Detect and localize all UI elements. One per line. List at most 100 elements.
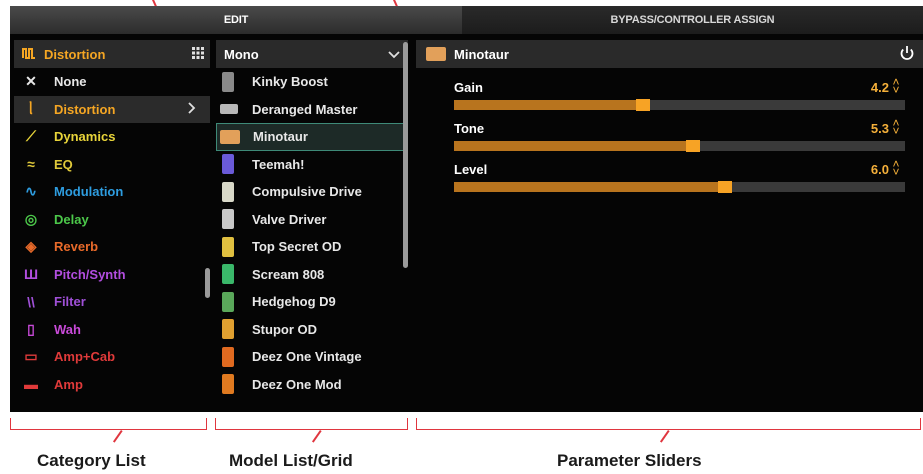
pedal-icon [222,181,234,202]
pedal-icon [222,71,234,92]
parameter-sliders: Gain 4.2 ˄ ˅ Tone 5.3 ˄ ˅ Level 6.0 ˄ ˅ [416,68,923,195]
category-item-delay[interactable]: ◎ Delay [14,206,210,234]
pedal-icon [222,374,234,395]
edit-panel: EDIT BYPASS/CONTROLLER ASSIGN Distortion… [10,6,923,412]
category-item-label: Dynamics [54,129,116,145]
category-item-label: Filter [54,294,86,310]
model-item-label: Hedgehog D9 [252,294,336,310]
model-item-hedgehog-d9[interactable]: Hedgehog D9 [216,288,408,316]
amp-cab-icon: ▭ [24,348,38,365]
slider-track[interactable] [454,181,905,193]
category-item-amp-cab[interactable]: ▭ Amp+Cab [14,343,210,371]
category-item-label: Wah [54,321,81,337]
callout-parameter-sliders: Parameter Sliders [557,451,702,470]
stepper-arrows-icon[interactable]: ˄ ˅ [892,158,900,178]
model-header-dropdown[interactable]: Mono [216,40,408,68]
category-header[interactable]: Distortion [14,40,210,68]
category-item-eq[interactable]: ≈ EQ [14,151,210,179]
category-list-bracket [10,418,207,430]
model-item-compulsive-drive[interactable]: Compulsive Drive [216,178,408,206]
model-item-deez-one-vintage[interactable]: Deez One Vintage [216,343,408,371]
category-item-pitch-synth[interactable]: Ш Pitch/Synth [14,261,210,289]
model-items: Kinky Boost Deranged Master Minotaur Teemah… [216,68,408,398]
slider-label: Tone [454,121,485,136]
category-item-modulation[interactable]: ∿ Modulation [14,178,210,206]
chevron-right-icon [188,102,196,117]
slider-handle[interactable] [717,181,732,193]
reverb-icon: ◈ [25,238,37,255]
model-header-label: Mono [224,46,259,62]
pitch-synth-icon: Ш [23,266,39,283]
filter-icon: \\ [27,293,35,310]
bracket-tick [112,430,123,443]
none-icon: ✕ [25,73,37,90]
slider-label: Level [454,162,488,177]
bracket-tick [311,430,322,443]
model-item-label: Minotaur [253,129,308,145]
category-item-dynamics[interactable]: ⟋ Dynamics [14,123,210,151]
stepper-arrows-icon[interactable]: ˄ ˅ [892,76,900,96]
pedal-icon [222,264,234,285]
pedal-icon [222,319,234,340]
pedal-icon [222,236,234,257]
tab-edit[interactable]: EDIT [10,6,462,34]
stepper-arrows-icon[interactable]: ˄ ˅ [892,117,900,137]
category-item-label: Modulation [54,184,124,200]
category-scrollbar[interactable] [205,268,210,298]
model-item-top-secret-od[interactable]: Top Secret OD [216,233,408,261]
category-item-distortion[interactable]: ᥣ Distortion [14,95,210,123]
pedal-icon [222,346,234,367]
model-item-stupor-od[interactable]: Stupor OD [216,316,408,344]
slider-handle[interactable] [686,140,701,152]
model-item-label: Scream 808 [252,266,325,282]
pedal-icon [222,209,234,230]
slider-value[interactable]: 6.0 [871,162,889,177]
slider-value[interactable]: 4.2 [871,80,889,95]
slider-fill [454,141,694,151]
slider-value[interactable]: 5.3 [871,121,889,136]
model-item-minotaur[interactable]: Minotaur [216,123,408,151]
pedal-icon [222,154,234,175]
model-scrollbar[interactable] [403,42,408,268]
category-header-label: Distortion [44,46,106,62]
category-item-wah[interactable]: ▯ Wah [14,316,210,344]
slider-fill [454,100,644,110]
category-item-reverb[interactable]: ◈ Reverb [14,233,210,261]
chevron-down-icon[interactable] [388,47,400,62]
parameter-header-label: Minotaur [454,46,509,62]
model-item-label: Valve Driver [252,211,327,227]
slider-handle[interactable] [636,99,651,111]
category-item-label: EQ [54,156,73,172]
model-item-valve-driver[interactable]: Valve Driver [216,206,408,234]
callout-category-list: Category List [37,451,146,470]
dynamics-icon: ⟋ [26,128,36,145]
model-item-deranged-master[interactable]: Deranged Master [216,96,408,124]
category-item-none[interactable]: ✕ None [14,68,210,96]
tab-bypass-controller-assign[interactable]: BYPASS/CONTROLLER ASSIGN [462,6,923,34]
callout-model-list: Model List/Grid [229,451,353,470]
bracket-tick [659,430,670,443]
category-item-label: None [54,74,87,90]
power-icon[interactable] [899,45,915,64]
wah-icon: ▯ [27,320,35,337]
model-item-kinky-boost[interactable]: Kinky Boost [216,68,408,96]
category-item-label: Delay [54,211,89,227]
category-list: Distortion ✕ None ᥣ Distortion ⟋ Dynamics ≈ EQ ∿… [14,40,210,412]
model-item-deez-one-mod[interactable]: Deez One Mod [216,371,408,399]
grid-icon[interactable] [192,46,204,62]
model-item-label: Deranged Master [252,101,358,117]
slider-gain: Gain 4.2 ˄ ˅ [416,72,923,113]
model-thumbnail-icon [426,47,446,61]
slider-track[interactable] [454,99,905,111]
category-item-label: Amp+Cab [54,349,116,365]
model-item-teemah[interactable]: Teemah! [216,151,408,179]
model-item-label: Top Secret OD [252,239,342,255]
model-item-scream-808[interactable]: Scream 808 [216,261,408,289]
slider-track[interactable] [454,140,905,152]
slider-fill [454,182,725,192]
model-item-label: Compulsive Drive [252,184,362,200]
category-item-amp[interactable]: ▬ Amp [14,371,210,399]
category-item-filter[interactable]: \\ Filter [14,288,210,316]
eq-icon: ≈ [27,156,35,173]
distortion-icon: ᥣ [29,100,33,117]
